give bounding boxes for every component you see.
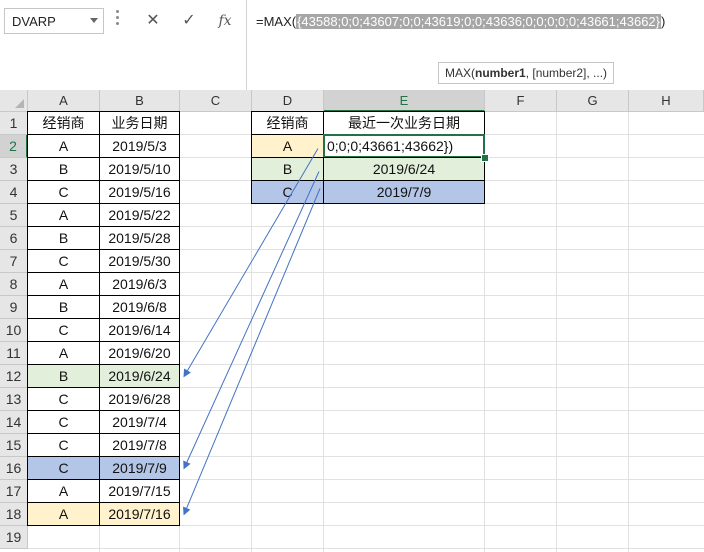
source-cell[interactable]: 2019/7/16 — [99, 502, 180, 526]
row-header-10[interactable]: 10 — [0, 319, 28, 342]
result-cell[interactable]: 2019/7/9 — [323, 180, 485, 204]
source-cell[interactable]: 2019/7/9 — [99, 456, 180, 480]
gridline-vertical — [628, 112, 629, 552]
column-header-e[interactable]: E — [324, 90, 485, 112]
row-header-7[interactable]: 7 — [0, 250, 28, 273]
source-cell[interactable]: 2019/5/10 — [99, 157, 180, 181]
source-cell[interactable]: 2019/7/4 — [99, 410, 180, 434]
source-cell[interactable]: 2019/5/22 — [99, 203, 180, 227]
row-header-6[interactable]: 6 — [0, 227, 28, 250]
drag-handle-icon[interactable] — [116, 10, 120, 32]
row-header-16[interactable]: 16 — [0, 457, 28, 480]
source-header-cell[interactable]: 业务日期 — [99, 111, 180, 135]
row-header-9[interactable]: 9 — [0, 296, 28, 319]
result-cell[interactable]: C — [251, 180, 324, 204]
source-cell[interactable]: C — [27, 180, 100, 204]
source-cell[interactable]: A — [27, 272, 100, 296]
source-cell[interactable]: 2019/6/8 — [99, 295, 180, 319]
source-cell[interactable]: 2019/6/3 — [99, 272, 180, 296]
gridline-horizontal — [28, 548, 704, 549]
source-cell[interactable]: 2019/5/30 — [99, 249, 180, 273]
result-header-cell[interactable]: 最近一次业务日期 — [323, 111, 485, 135]
select-all-icon — [15, 99, 24, 108]
source-cell[interactable]: 2019/7/15 — [99, 479, 180, 503]
select-all-corner[interactable] — [0, 90, 28, 112]
result-header-cell[interactable]: 经销商 — [251, 111, 324, 135]
source-cell[interactable]: 2019/5/16 — [99, 180, 180, 204]
source-cell[interactable]: C — [27, 433, 100, 457]
source-cell[interactable]: A — [27, 341, 100, 365]
source-cell[interactable]: C — [27, 318, 100, 342]
source-cell[interactable]: B — [27, 364, 100, 388]
source-cell[interactable]: 2019/6/14 — [99, 318, 180, 342]
row-header-17[interactable]: 17 — [0, 480, 28, 503]
source-cell[interactable]: 2019/5/28 — [99, 226, 180, 250]
column-header-h[interactable]: H — [629, 90, 704, 112]
formula-suffix: ) — [661, 14, 666, 29]
formula-input[interactable]: =MAX({43588;0;0;43607;0;0;43619;0;0;4363… — [256, 14, 665, 29]
source-cell[interactable]: 2019/5/3 — [99, 134, 180, 158]
row-header-15[interactable]: 15 — [0, 434, 28, 457]
column-header-c[interactable]: C — [180, 90, 252, 112]
name-box-value: DVARP — [12, 14, 56, 29]
chevron-down-icon[interactable] — [90, 18, 98, 23]
result-cell[interactable]: A — [251, 134, 324, 158]
column-header-b[interactable]: B — [100, 90, 180, 112]
formula-bar-area: DVARP ✕ ✓ fx =MAX({43588;0;0;43607;0;0;4… — [0, 0, 704, 90]
row-header-1[interactable]: 1 — [0, 112, 28, 135]
formula-prefix: =MAX( — [256, 14, 297, 29]
column-header-g[interactable]: G — [557, 90, 629, 112]
row-header-5[interactable]: 5 — [0, 204, 28, 227]
row-header-8[interactable]: 8 — [0, 273, 28, 296]
source-header-cell[interactable]: 经销商 — [27, 111, 100, 135]
source-cell[interactable]: A — [27, 479, 100, 503]
source-cell[interactable]: C — [27, 410, 100, 434]
source-cell[interactable]: C — [27, 456, 100, 480]
row-header-18[interactable]: 18 — [0, 503, 28, 526]
column-header-f[interactable]: F — [485, 90, 557, 112]
source-cell[interactable]: 2019/6/28 — [99, 387, 180, 411]
active-cell-e2[interactable]: 0;0;0;43661;43662}) — [323, 134, 485, 158]
source-cell[interactable]: B — [27, 157, 100, 181]
column-header-d[interactable]: D — [252, 90, 324, 112]
source-cell[interactable]: 2019/6/24 — [99, 364, 180, 388]
row-header-11[interactable]: 11 — [0, 342, 28, 365]
source-cell[interactable]: B — [27, 295, 100, 319]
source-cell[interactable]: B — [27, 226, 100, 250]
formula-bar-divider — [246, 0, 247, 90]
spreadsheet-grid[interactable]: A B C D E F G H 1 2 3 4 5 6 7 8 9 10 11 12 13 14 15 16 17 18 19 经销商… — [0, 90, 704, 552]
row-header-12[interactable]: 12 — [0, 365, 28, 388]
formula-selected-text: {43588;0;0;43607;0;0;43619;0;0;43636;0;0… — [296, 14, 661, 29]
source-cell[interactable]: A — [27, 502, 100, 526]
row-header-14[interactable]: 14 — [0, 411, 28, 434]
row-header-3[interactable]: 3 — [0, 158, 28, 181]
result-cell[interactable]: 2019/6/24 — [323, 157, 485, 181]
tooltip-arg1: number1 — [475, 66, 526, 80]
source-cell[interactable]: C — [27, 249, 100, 273]
close-icon[interactable]: ✕ — [138, 8, 168, 34]
tooltip-fn: MAX( — [445, 66, 475, 80]
function-icon[interactable]: fx — [210, 8, 240, 34]
row-header-4[interactable]: 4 — [0, 181, 28, 204]
tooltip-rest: , [number2], ...) — [525, 66, 608, 80]
fill-handle[interactable] — [481, 154, 489, 162]
gridline-vertical — [556, 112, 557, 552]
function-tooltip[interactable]: MAX(number1, [number2], ...) — [438, 62, 615, 84]
source-cell[interactable]: A — [27, 203, 100, 227]
name-box[interactable]: DVARP — [4, 8, 104, 34]
row-header-13[interactable]: 13 — [0, 388, 28, 411]
row-header-2[interactable]: 2 — [0, 135, 28, 158]
row-header-19[interactable]: 19 — [0, 526, 28, 549]
result-cell[interactable]: B — [251, 157, 324, 181]
source-cell[interactable]: C — [27, 387, 100, 411]
column-header-a[interactable]: A — [28, 90, 100, 112]
check-icon[interactable]: ✓ — [174, 8, 204, 34]
source-cell[interactable]: 2019/6/20 — [99, 341, 180, 365]
source-cell[interactable]: A — [27, 134, 100, 158]
source-cell[interactable]: 2019/7/8 — [99, 433, 180, 457]
